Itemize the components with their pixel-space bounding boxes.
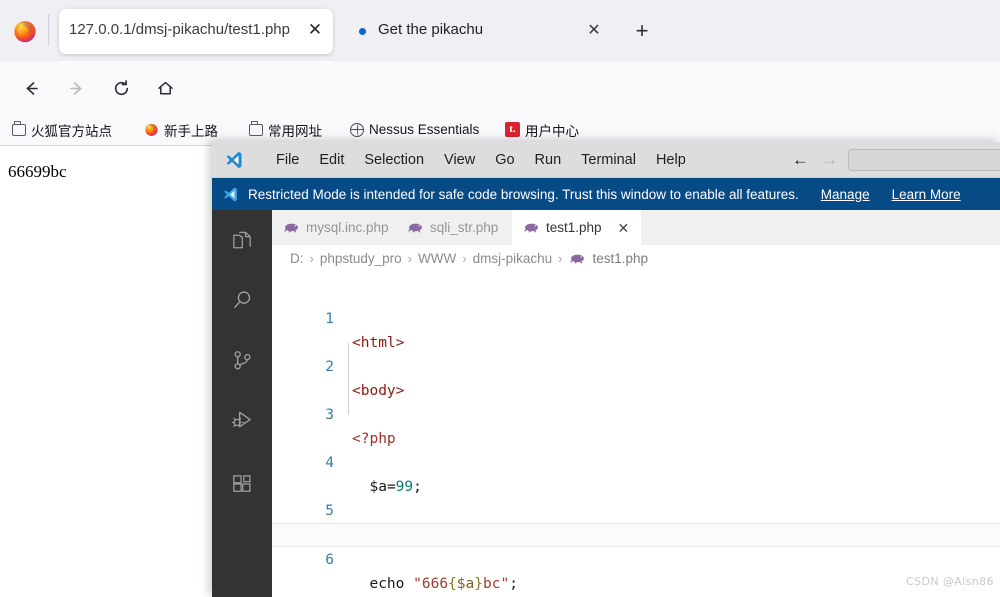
extensions-icon[interactable]: [212, 460, 272, 508]
breadcrumb-separator-icon: ›: [462, 250, 467, 266]
line-number: 5: [325, 503, 334, 519]
source-control-icon[interactable]: [212, 336, 272, 384]
menu-item-terminal[interactable]: Terminal: [571, 142, 646, 178]
menu-item-view[interactable]: View: [434, 142, 485, 178]
breadcrumb-item-phpstudy[interactable]: phpstudy_pro: [320, 251, 402, 266]
reload-icon[interactable]: [106, 73, 136, 103]
editor-tab-label: sqli_str.php: [430, 220, 499, 235]
code-line-1: 1 <html>: [272, 283, 1000, 351]
code-editor[interactable]: 1 <html> 2 <body> 3 <?php 4 $a=99; 5 6 e…: [272, 271, 1000, 597]
breadcrumb-item-www[interactable]: WWW: [418, 251, 456, 266]
bookmark-item-4[interactable]: t. 用户中心: [505, 119, 579, 140]
vscode-editor-area: mysql.inc.php sqli_str.php test1.php ✕ D…: [272, 210, 1000, 597]
vscode-back-arrow-icon[interactable]: ←: [792, 151, 809, 168]
editor-tab-close-icon[interactable]: ✕: [618, 221, 630, 235]
code-line-4: 4 $a=99;: [272, 427, 1000, 495]
folder-icon: [12, 121, 26, 136]
browser-tab-2-indicator-dot: [359, 28, 366, 35]
vscode-activity-bar: [212, 210, 272, 597]
breadcrumb: D: › phpstudy_pro › WWW › dmsj-pikachu ›…: [272, 245, 1000, 271]
restricted-mode-banner: Restricted Mode is intended for safe cod…: [212, 178, 1000, 210]
vscode-title-bar: File Edit Selection View Go Run Terminal…: [212, 142, 1000, 178]
t-icon: t.: [505, 122, 520, 137]
php-file-icon: [524, 222, 539, 233]
bookmark-item-3[interactable]: Nessus Essentials: [350, 119, 479, 140]
browser-tab-1-close-icon[interactable]: ✕: [304, 19, 326, 41]
editor-tab-test1-php[interactable]: test1.php ✕: [512, 210, 642, 245]
vscode-logo-icon: [222, 186, 239, 203]
code-line-5: 5 $abc=123;: [272, 475, 1000, 543]
bookmark-item-0[interactable]: 火狐官方站点: [12, 119, 112, 140]
browser-tab-1[interactable]: 127.0.0.1/dmsj-pikachu/test1.php ✕: [59, 9, 333, 54]
php-file-icon: [570, 253, 585, 264]
vscode-history-nav: ← →: [792, 151, 838, 168]
forward-arrow-icon[interactable]: [61, 73, 91, 103]
screenshot-root: 127.0.0.1/dmsj-pikachu/test1.php ✕ Get t…: [0, 0, 1000, 597]
code-line-6: 6 echo "666{$a}bc";: [272, 523, 1000, 592]
menu-item-help[interactable]: Help: [646, 142, 696, 178]
vscode-quick-search-input[interactable]: [848, 149, 1000, 171]
code-line-7: 7 ?>: [272, 571, 1000, 595]
code-line-2: 2 <body>: [272, 331, 1000, 399]
line-number: 3: [325, 407, 334, 423]
banner-manage-link[interactable]: Manage: [821, 187, 870, 202]
browser-nav-bar: 127.0.0.1/dmsj-pikachu/test1.php: [0, 61, 1000, 165]
bookmark-item-2[interactable]: 常用网址: [249, 119, 322, 140]
line-number: 4: [325, 455, 334, 471]
tab-separator: [48, 14, 49, 46]
line-number: 2: [325, 359, 334, 375]
firefox-icon: [144, 122, 159, 137]
back-arrow-icon[interactable]: [16, 73, 46, 103]
bookmark-label: 火狐官方站点: [31, 123, 112, 139]
code-line-3: 3 <?php: [272, 379, 1000, 447]
watermark: CSDN @Alsn86: [906, 575, 994, 588]
page-output-text: 66699bc: [8, 162, 67, 181]
breadcrumb-separator-icon: ›: [309, 250, 314, 266]
bookmarks-bar: 火狐官方站点 新手上路 常用网址 Nessus Essentials t. 用户…: [0, 113, 1000, 145]
breadcrumb-separator-icon: ›: [407, 250, 412, 266]
editor-tab-mysql-inc-php[interactable]: mysql.inc.php: [272, 210, 401, 245]
line-number: 1: [325, 311, 334, 327]
firefox-logo-icon: [12, 18, 38, 44]
vscode-logo-icon: [224, 150, 244, 175]
editor-tab-row: mysql.inc.php sqli_str.php test1.php ✕: [272, 210, 1000, 245]
menu-item-selection[interactable]: Selection: [354, 142, 434, 178]
globe-icon: [350, 122, 364, 137]
banner-learn-more-link[interactable]: Learn More: [892, 187, 961, 202]
explorer-icon[interactable]: [212, 216, 272, 264]
php-file-icon: [284, 222, 299, 233]
editor-tab-label: test1.php: [546, 220, 602, 235]
bookmark-label: 用户中心: [525, 123, 579, 139]
browser-tab-2-close-icon[interactable]: ✕: [583, 20, 605, 42]
new-tab-button[interactable]: +: [630, 20, 654, 44]
browser-tab-1-label: 127.0.0.1/dmsj-pikachu/test1.php: [69, 21, 290, 38]
breadcrumb-separator-icon: ›: [558, 250, 563, 266]
search-icon[interactable]: [212, 276, 272, 324]
breadcrumb-item-file[interactable]: test1.php: [592, 251, 648, 266]
home-icon[interactable]: [150, 73, 180, 103]
vscode-menu-bar: File Edit Selection View Go Run Terminal…: [266, 142, 696, 178]
menu-item-go[interactable]: Go: [485, 142, 524, 178]
editor-tab-sqli-str-php[interactable]: sqli_str.php: [396, 210, 510, 245]
browser-tab-strip: 127.0.0.1/dmsj-pikachu/test1.php ✕ Get t…: [0, 0, 1000, 61]
bookmark-item-1[interactable]: 新手上路: [144, 119, 218, 140]
run-debug-icon[interactable]: [212, 396, 272, 444]
breadcrumb-item-dmsj-pikachu[interactable]: dmsj-pikachu: [473, 251, 553, 266]
breadcrumb-item-drive[interactable]: D:: [290, 251, 304, 266]
bookmark-label: Nessus Essentials: [369, 122, 480, 137]
menu-item-edit[interactable]: Edit: [309, 142, 354, 178]
line-number: 6: [325, 552, 334, 568]
folder-icon: [249, 121, 263, 136]
banner-message: Restricted Mode is intended for safe cod…: [248, 186, 799, 202]
editor-tab-label: mysql.inc.php: [306, 220, 389, 235]
bookmark-label: 新手上路: [164, 123, 218, 139]
browser-tab-2-label: Get the pikachu: [378, 21, 484, 38]
vscode-window: File Edit Selection View Go Run Terminal…: [212, 142, 1000, 597]
php-file-icon: [408, 222, 423, 233]
browser-tab-2[interactable]: Get the pikachu ✕: [345, 9, 625, 54]
vscode-forward-arrow-icon[interactable]: →: [821, 151, 838, 168]
bookmark-label: 常用网址: [268, 123, 322, 139]
menu-item-file[interactable]: File: [266, 142, 309, 178]
menu-item-run[interactable]: Run: [525, 142, 572, 178]
